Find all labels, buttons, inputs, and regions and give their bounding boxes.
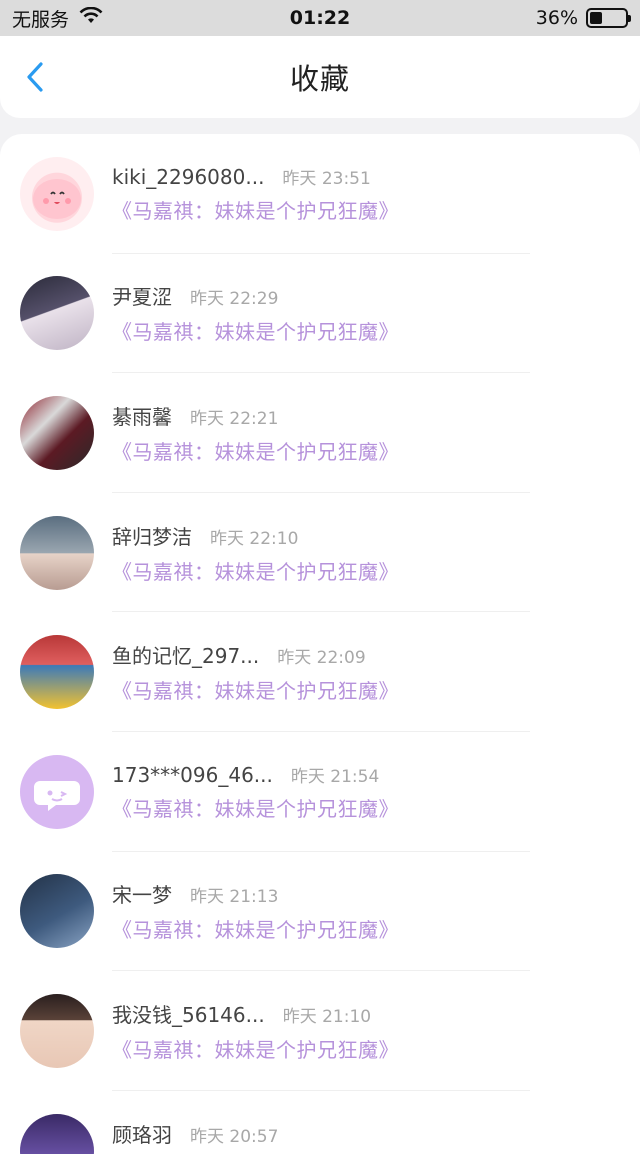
avatar[interactable] [20,635,94,709]
timestamp: 昨天 22:09 [277,643,365,668]
item-text: 顾珞羽 昨天 20:57 《马嘉祺：妹妹是个护兄狂魔》 [112,1119,399,1154]
item-header: 鱼的记忆_297... 昨天 22:09 [112,640,399,669]
back-button[interactable] [18,60,52,94]
timestamp: 昨天 20:57 [190,1122,278,1147]
username[interactable]: 宋一梦 [112,879,172,908]
timestamp: 昨天 21:54 [291,762,379,787]
work-title-link[interactable]: 《马嘉祺：妹妹是个护兄狂魔》 [112,675,399,704]
avatar[interactable] [20,516,94,590]
item-text: 宋一梦 昨天 21:13 《马嘉祺：妹妹是个护兄狂魔》 [112,879,399,943]
battery-percent: 36% [536,7,578,29]
item-header: 顾珞羽 昨天 20:57 [112,1119,399,1148]
item-header: kiki_2296080... 昨天 23:51 [112,164,399,189]
work-title-link[interactable]: 《马嘉祺：妹妹是个护兄狂魔》 [112,914,399,943]
username[interactable]: 綦雨馨 [112,401,172,430]
item-text: 辞归梦洁 昨天 22:10 《马嘉祺：妹妹是个护兄狂魔》 [112,521,399,585]
nav-bar: 收藏 [0,36,640,118]
status-left: 无服务 [12,5,103,32]
list-item[interactable]: 顾珞羽 昨天 20:57 《马嘉祺：妹妹是个护兄狂魔》 [0,1091,640,1154]
list-item[interactable]: 綦雨馨 昨天 22:21 《马嘉祺：妹妹是个护兄狂魔》 [0,373,640,493]
wifi-icon [79,7,103,30]
item-text: 173***096_46... 昨天 21:54 《马嘉祺：妹妹是个护兄狂魔》 [112,762,399,822]
avatar[interactable] [20,157,94,231]
list-item[interactable]: 我没钱_56146... 昨天 21:10 《马嘉祺：妹妹是个护兄狂魔》 [0,971,640,1091]
work-title-link[interactable]: 《马嘉祺：妹妹是个护兄狂魔》 [112,556,399,585]
work-title-link[interactable]: 《马嘉祺：妹妹是个护兄狂魔》 [112,1034,399,1063]
cartoon-face-icon [20,157,94,231]
work-title-link[interactable]: 《马嘉祺：妹妹是个护兄狂魔》 [112,195,399,224]
list-item[interactable]: 辞归梦洁 昨天 22:10 《马嘉祺：妹妹是个护兄狂魔》 [0,493,640,613]
timestamp: 昨天 22:21 [190,404,278,429]
item-header: 我没钱_56146... 昨天 21:10 [112,999,399,1028]
item-text: 我没钱_56146... 昨天 21:10 《马嘉祺：妹妹是个护兄狂魔》 [112,999,399,1063]
item-header: 辞归梦洁 昨天 22:10 [112,521,399,550]
timestamp: 昨天 21:10 [283,1002,371,1027]
avatar[interactable] [20,755,94,829]
battery-icon [586,8,628,28]
item-header: 173***096_46... 昨天 21:54 [112,762,399,787]
work-title-link[interactable]: 《马嘉祺：妹妹是个护兄狂魔》 [112,793,399,822]
carrier-text: 无服务 [12,5,69,32]
username[interactable]: 顾珞羽 [112,1119,172,1148]
username[interactable]: kiki_2296080... [112,165,264,189]
timestamp: 昨天 22:10 [210,524,298,549]
work-title-link[interactable]: 《马嘉祺：妹妹是个护兄狂魔》 [112,436,399,465]
item-header: 綦雨馨 昨天 22:21 [112,401,399,430]
list-item[interactable]: kiki_2296080... 昨天 23:51 《马嘉祺：妹妹是个护兄狂魔》 [0,134,640,254]
item-text: 尹夏涩 昨天 22:29 《马嘉祺：妹妹是个护兄狂魔》 [112,281,399,345]
item-text: 綦雨馨 昨天 22:21 《马嘉祺：妹妹是个护兄狂魔》 [112,401,399,465]
avatar[interactable] [20,276,94,350]
username[interactable]: 辞归梦洁 [112,521,192,550]
username[interactable]: 鱼的记忆_297... [112,640,259,669]
list-item[interactable]: 173***096_46... 昨天 21:54 《马嘉祺：妹妹是个护兄狂魔》 [0,732,640,852]
username[interactable]: 尹夏涩 [112,281,172,310]
item-text: kiki_2296080... 昨天 23:51 《马嘉祺：妹妹是个护兄狂魔》 [112,164,399,224]
page-title: 收藏 [290,56,350,98]
timestamp: 昨天 21:13 [190,882,278,907]
avatar[interactable] [20,994,94,1068]
username[interactable]: 我没钱_56146... [112,999,265,1028]
item-header: 尹夏涩 昨天 22:29 [112,281,399,310]
list-item[interactable]: 尹夏涩 昨天 22:29 《马嘉祺：妹妹是个护兄狂魔》 [0,254,640,374]
favorites-list: kiki_2296080... 昨天 23:51 《马嘉祺：妹妹是个护兄狂魔》 … [0,134,640,1154]
battery-fill [590,12,602,24]
status-bar: 无服务 01:22 36% [0,0,640,36]
avatar[interactable] [20,1114,94,1154]
avatar[interactable] [20,396,94,470]
work-title-link[interactable]: 《马嘉祺：妹妹是个护兄狂魔》 [112,316,399,345]
chat-bubble-icon [20,755,94,829]
avatar[interactable] [20,874,94,948]
username[interactable]: 173***096_46... [112,763,273,787]
item-text: 鱼的记忆_297... 昨天 22:09 《马嘉祺：妹妹是个护兄狂魔》 [112,640,399,704]
list-item[interactable]: 宋一梦 昨天 21:13 《马嘉祺：妹妹是个护兄狂魔》 [0,852,640,972]
list-item[interactable]: 鱼的记忆_297... 昨天 22:09 《马嘉祺：妹妹是个护兄狂魔》 [0,612,640,732]
chevron-left-icon [25,61,45,93]
status-right: 36% [536,7,628,29]
timestamp: 昨天 23:51 [282,164,370,189]
timestamp: 昨天 22:29 [190,284,278,309]
item-header: 宋一梦 昨天 21:13 [112,879,399,908]
